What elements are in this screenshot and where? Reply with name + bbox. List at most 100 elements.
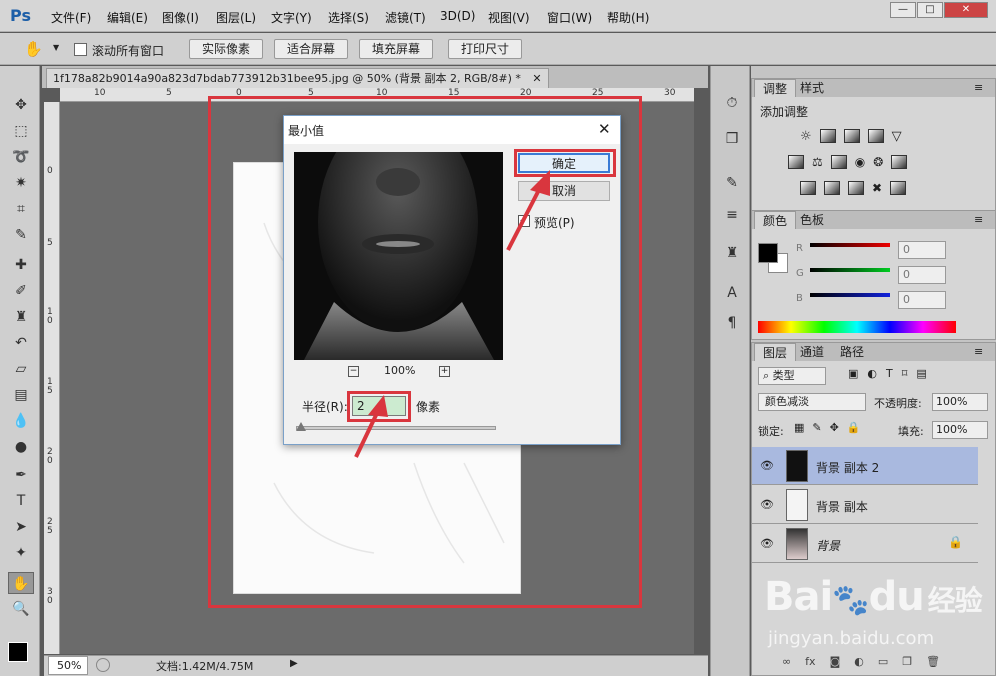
panel-menu-icon[interactable]: ≡ (974, 345, 983, 358)
scroll-all-checkbox[interactable] (74, 43, 87, 56)
radius-slider[interactable] (296, 426, 496, 430)
black-white-icon[interactable] (830, 155, 847, 169)
tab-layers[interactable]: 图层 (754, 343, 797, 361)
tab-styles[interactable]: 样式 (792, 79, 832, 97)
channel-g-slider[interactable] (810, 268, 890, 272)
brush-panel-icon[interactable]: ✎ (719, 172, 745, 194)
channel-g-value[interactable]: 0 (898, 266, 946, 284)
menu-view[interactable]: 视图(V) (488, 9, 530, 26)
channel-r-slider[interactable] (810, 243, 890, 247)
lock-all-icon[interactable]: 🔒 (847, 421, 861, 434)
tab-swatches[interactable]: 色板 (792, 211, 832, 229)
pixel-filter-icon[interactable]: ▣ (848, 367, 858, 380)
visibility-eye-icon[interactable]: 👁 (760, 537, 774, 550)
menu-filter[interactable]: 滤镜(T) (385, 9, 426, 26)
close-tab-icon[interactable]: ✕ (532, 72, 541, 85)
menu-image[interactable]: 图像(I) (162, 9, 199, 26)
channel-b-value[interactable]: 0 (898, 291, 946, 309)
curves-icon[interactable] (843, 129, 860, 143)
fit-screen-button[interactable]: 适合屏幕 (274, 39, 348, 59)
print-size-button[interactable]: 打印尺寸 (448, 39, 522, 59)
zoom-out-icon[interactable]: − (348, 366, 359, 377)
eyedropper-icon[interactable]: ✎ (8, 224, 34, 246)
eraser-icon[interactable]: ▱ (8, 358, 34, 380)
layer-row[interactable]: 👁 背景 副本 (752, 486, 978, 524)
menu-help[interactable]: 帮助(H) (607, 9, 649, 26)
threshold-icon[interactable] (848, 181, 864, 195)
panel-menu-icon[interactable]: ≡ (974, 81, 983, 94)
vibrance-icon[interactable]: ▽ (892, 129, 902, 144)
opacity-input[interactable]: 100% (932, 393, 988, 411)
brightness-icon[interactable]: ☼ (800, 129, 812, 144)
selective-color-icon[interactable]: ✖ (872, 181, 882, 195)
clone-source-icon[interactable]: ♜ (719, 242, 745, 264)
layer-row[interactable]: 👁 背景 🔒 (752, 525, 978, 563)
photo-filter-icon[interactable]: ◉ (855, 155, 865, 169)
adjust-filter-icon[interactable]: ◐ (867, 367, 877, 380)
gradient-map-icon[interactable] (890, 181, 907, 195)
hue-saturation-icon[interactable] (788, 155, 804, 169)
tab-adjustments[interactable]: 调整 (754, 79, 797, 97)
marquee-tool-icon[interactable]: ⬚ (8, 120, 34, 142)
document-tab[interactable]: 1f178a82b9014a90a823d7bdab773912b31bee95… (46, 68, 549, 88)
dialog-close-icon[interactable]: ✕ (598, 120, 611, 138)
menu-layer[interactable]: 图层(L) (216, 9, 256, 26)
hand-tool-icon[interactable]: ✋ (24, 40, 43, 58)
restore-button[interactable]: □ (917, 2, 943, 18)
filter-preview[interactable] (294, 112, 503, 360)
menu-select[interactable]: 选择(S) (328, 9, 369, 26)
close-window-button[interactable]: ✕ (944, 2, 988, 18)
brush-tool-icon[interactable]: ✐ (8, 280, 34, 302)
preview-checkbox[interactable]: ✓ (518, 215, 530, 227)
lock-transparent-icon[interactable]: ▦ (794, 421, 804, 434)
properties-panel-icon[interactable]: ≡ (719, 204, 745, 226)
move-tool-icon[interactable]: ✥ (8, 94, 34, 116)
color-lookup-icon[interactable] (891, 155, 908, 169)
color-spectrum-ramp[interactable] (758, 321, 956, 333)
invert-icon[interactable] (800, 181, 816, 195)
shape-tool-icon[interactable]: ✦ (8, 542, 34, 564)
3d-panel-icon[interactable]: ❒ (719, 128, 745, 150)
minimize-button[interactable]: — (890, 2, 916, 18)
dodge-tool-icon[interactable]: ● (8, 436, 34, 458)
posterize-icon[interactable] (824, 181, 840, 195)
zoom-in-icon[interactable]: + (439, 366, 450, 377)
levels-icon[interactable] (819, 129, 836, 143)
menu-file[interactable]: 文件(F) (51, 9, 91, 26)
tool-preset-dropdown[interactable]: ▼ (53, 43, 59, 52)
fill-input[interactable]: 100% (932, 421, 988, 439)
visibility-eye-icon[interactable]: 👁 (760, 459, 774, 472)
zoom-field[interactable]: 50% (48, 656, 88, 675)
menu-type[interactable]: 文字(Y) (271, 9, 312, 26)
cancel-button[interactable]: 取消 (518, 181, 610, 201)
hand-tool-icon-active[interactable]: ✋ (8, 572, 34, 594)
channel-b-slider[interactable] (810, 293, 890, 297)
type-filter-icon[interactable]: T (886, 367, 893, 380)
paragraph-panel-icon[interactable]: ¶ (719, 312, 745, 334)
gradient-tool-icon[interactable]: ▤ (8, 384, 34, 406)
foreground-color-swatch[interactable] (8, 642, 28, 662)
foreground-color[interactable] (758, 243, 778, 263)
actual-pixels-button[interactable]: 实际像素 (189, 39, 263, 59)
radius-slider-thumb[interactable] (296, 422, 306, 431)
menu-3d[interactable]: 3D(D) (440, 9, 475, 23)
layer-kind-filter[interactable]: ⌕ 类型 (758, 367, 826, 385)
lasso-tool-icon[interactable]: ➰ (8, 146, 34, 168)
menu-window[interactable]: 窗口(W) (547, 9, 592, 26)
path-select-icon[interactable]: ➤ (8, 516, 34, 538)
tab-channels[interactable]: 通道 (792, 343, 832, 361)
type-tool-icon[interactable]: T (8, 490, 34, 512)
blend-mode-select[interactable]: 颜色减淡 (758, 393, 866, 411)
layer-row-selected[interactable]: 👁 背景 副本 2 (752, 447, 978, 485)
healing-brush-icon[interactable]: ✚ (8, 254, 34, 276)
crop-tool-icon[interactable]: ⌗ (8, 198, 34, 220)
smart-filter-icon[interactable]: ▤ (916, 367, 926, 380)
color-balance-icon[interactable]: ⚖ (812, 155, 823, 169)
clone-stamp-icon[interactable]: ♜ (8, 306, 34, 328)
panel-menu-icon[interactable]: ≡ (974, 213, 983, 226)
lock-position-icon[interactable]: ✥ (830, 421, 839, 434)
fill-screen-button[interactable]: 填充屏幕 (359, 39, 433, 59)
zoom-tool-icon[interactable]: 🔍 (8, 598, 34, 620)
lock-pixels-icon[interactable]: ✎ (812, 421, 821, 434)
menu-edit[interactable]: 编辑(E) (107, 9, 148, 26)
